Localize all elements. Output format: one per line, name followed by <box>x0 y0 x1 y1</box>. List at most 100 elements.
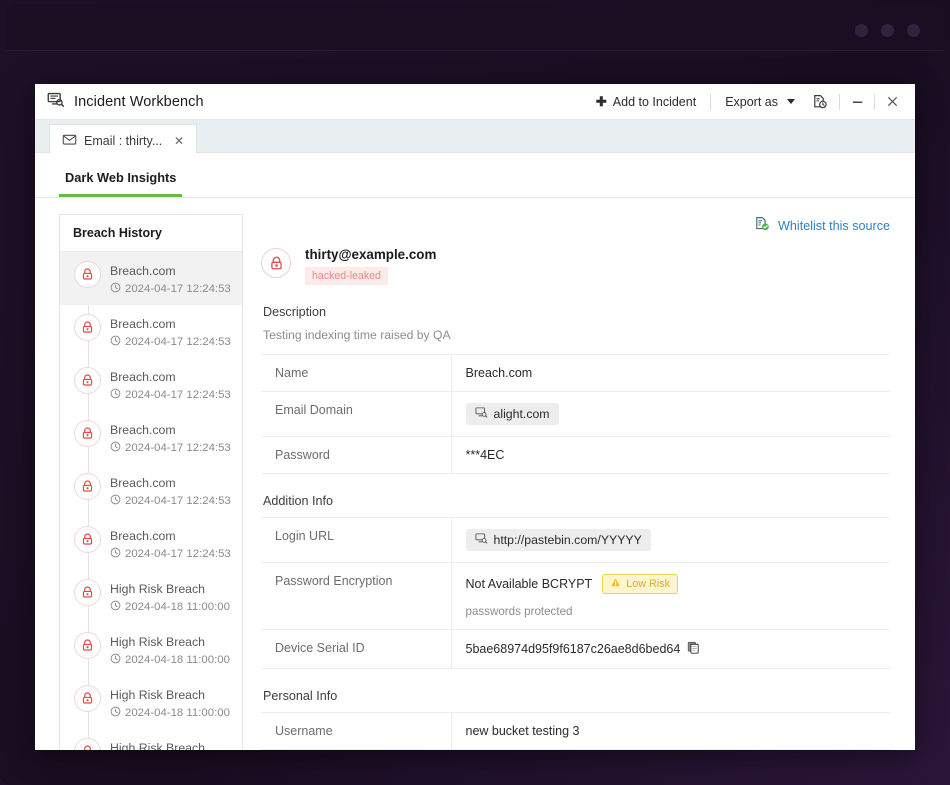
clock-icon <box>110 706 121 720</box>
tab-close-icon[interactable]: ✕ <box>172 134 186 148</box>
breach-title: Breach.com <box>110 317 176 331</box>
clock-icon <box>110 282 121 296</box>
breach-title: High Risk Breach <box>110 582 205 596</box>
value-chip[interactable]: http://pastebin.com/YYYYY <box>466 529 651 551</box>
risk-label: Low Risk <box>626 578 670 590</box>
chip-label: alight.com <box>494 407 550 421</box>
list-item[interactable]: High Risk Breach 2024-04-18 11:00:00 <box>60 623 242 676</box>
breach-title: Breach.com <box>110 529 176 543</box>
breach-lock-icon <box>74 420 101 447</box>
table-row: Card Number 316c318139653ccf191f805df521… <box>261 750 890 751</box>
breach-time: 2024-04-18 11:00:00 <box>110 600 230 614</box>
list-item[interactable]: High Risk Breach 2024-04-18 11:00:00 <box>60 729 242 750</box>
breach-time: 2024-04-17 12:24:53 <box>110 335 231 349</box>
list-item[interactable]: Breach.com 2024-04-17 12:24:53 <box>60 305 242 358</box>
list-item[interactable]: Breach.com 2024-04-17 12:24:53 <box>60 358 242 411</box>
breach-history-header: Breach History <box>60 215 242 252</box>
window-title: Incident Workbench <box>74 94 204 110</box>
list-item[interactable]: Breach.com 2024-04-17 12:24:53 <box>60 252 242 305</box>
row-key: Username <box>261 713 451 750</box>
list-item-meta: High Risk Breach 2024-04-18 11:00:00 <box>110 738 230 750</box>
row-value: 5bae68974d95f9f6187c26ae8d6bed64 <box>451 630 890 669</box>
breach-time: 2024-04-18 11:00:00 <box>110 706 230 720</box>
row-value: alight.com <box>451 392 890 437</box>
monitor-search-icon <box>475 406 488 422</box>
breach-time: 2024-04-18 11:00:00 <box>110 653 230 667</box>
plus-icon: ✚ <box>596 94 607 110</box>
list-item[interactable]: Breach.com 2024-04-17 12:24:53 <box>60 464 242 517</box>
list-item-meta: Breach.com 2024-04-17 12:24:53 <box>110 526 231 561</box>
chevron-down-icon <box>787 99 795 104</box>
addition-info-label: Addition Info <box>263 494 890 508</box>
breach-title: Breach.com <box>110 264 176 278</box>
description-text: Testing indexing time raised by QA <box>263 328 890 342</box>
table-row: Name Breach.com <box>261 355 890 392</box>
table-row: Password ***4EC <box>261 437 890 474</box>
dot-2 <box>881 24 894 37</box>
breach-time: 2024-04-17 12:24:53 <box>110 441 231 455</box>
monitor-search-icon <box>475 532 488 548</box>
row-key: Login URL <box>261 518 451 563</box>
list-item[interactable]: High Risk Breach 2024-04-18 11:00:00 <box>60 570 242 623</box>
row-key: Password <box>261 437 451 474</box>
breach-lock-icon <box>74 738 101 750</box>
clock-icon <box>110 335 121 349</box>
cell-value: Breach.com <box>466 366 533 380</box>
breach-time: 2024-04-17 12:24:53 <box>110 282 231 296</box>
breach-time: 2024-04-17 12:24:53 <box>110 494 231 508</box>
clock-icon <box>110 653 121 667</box>
breach-title: High Risk Breach <box>110 635 205 649</box>
breach-time-text: 2024-04-17 12:24:53 <box>125 283 231 295</box>
breach-history-list[interactable]: Breach.com 2024-04-17 12:24:53 Breach.co… <box>60 252 242 750</box>
tab-dark-web-insights[interactable]: Dark Web Insights <box>59 170 182 197</box>
whitelist-row: Whitelist this source <box>261 214 890 235</box>
copy-icon[interactable] <box>687 641 700 657</box>
envelope-icon <box>62 132 77 150</box>
tab-email-label: Email : thirty... <box>84 134 162 148</box>
breach-lock-icon <box>74 261 101 288</box>
row-value: Breach.com <box>451 355 890 392</box>
serial-value: 5bae68974d95f9f6187c26ae8d6bed64 <box>466 641 701 657</box>
list-item-meta: High Risk Breach 2024-04-18 11:00:00 <box>110 632 230 667</box>
identity-row: thirty@example.com hacked-leaked <box>261 247 890 285</box>
list-item-meta: Breach.com 2024-04-17 12:24:53 <box>110 261 231 296</box>
whitelist-label: Whitelist this source <box>778 219 890 233</box>
table-row: Login URL http://pastebin.com/YYYYY <box>261 518 890 563</box>
breach-email: thirty@example.com <box>305 247 436 262</box>
list-item-meta: Breach.com 2024-04-17 12:24:53 <box>110 473 231 508</box>
encryption-text: Not Available BCRYPT <box>466 577 593 591</box>
document-history-icon[interactable] <box>805 91 835 113</box>
export-as-dropdown[interactable]: Export as <box>715 91 805 113</box>
chip-label: http://pastebin.com/YYYYY <box>494 533 642 547</box>
breach-time-text: 2024-04-17 12:24:53 <box>125 548 231 560</box>
tab-email[interactable]: Email : thirty... ✕ <box>49 124 197 156</box>
close-icon[interactable] <box>879 91 905 113</box>
breach-lock-icon <box>74 367 101 394</box>
window-dots <box>855 24 920 37</box>
encryption-note: passwords protected <box>466 605 877 618</box>
row-value: 316c318139653ccf191f805df5213e7e5b95980a… <box>451 750 890 751</box>
list-item[interactable]: Breach.com 2024-04-17 12:24:53 <box>60 411 242 464</box>
breach-history-panel: Breach History Breach.com 2024-04-17 12:… <box>59 214 243 750</box>
breach-time-text: 2024-04-17 12:24:53 <box>125 442 231 454</box>
minimize-button[interactable] <box>844 91 870 113</box>
divider-1 <box>710 94 711 110</box>
breach-time-text: 2024-04-17 12:24:53 <box>125 336 231 348</box>
row-value: new bucket testing 3 <box>451 713 890 750</box>
breach-time-text: 2024-04-18 11:00:00 <box>125 601 230 613</box>
breach-time-text: 2024-04-18 11:00:00 <box>125 654 230 666</box>
breach-time: 2024-04-17 12:24:53 <box>110 547 231 561</box>
list-item[interactable]: High Risk Breach 2024-04-18 11:00:00 <box>60 676 242 729</box>
breach-time-text: 2024-04-18 11:00:00 <box>125 707 230 719</box>
list-item[interactable]: Breach.com 2024-04-17 12:24:53 <box>60 517 242 570</box>
table-row: Username new bucket testing 3 <box>261 713 890 750</box>
row-key: Device Serial ID <box>261 630 451 669</box>
value-chip[interactable]: alight.com <box>466 403 559 425</box>
tab-strip: Email : thirty... ✕ <box>35 120 915 153</box>
warning-icon <box>610 577 621 591</box>
list-item-meta: High Risk Breach 2024-04-18 11:00:00 <box>110 579 230 614</box>
list-item-meta: Breach.com 2024-04-17 12:24:53 <box>110 367 231 402</box>
whitelist-this-source-link[interactable]: Whitelist this source <box>754 216 890 235</box>
add-to-incident-button[interactable]: ✚ Add to Incident <box>586 90 706 114</box>
table-row: Email Domain alight.com <box>261 392 890 437</box>
